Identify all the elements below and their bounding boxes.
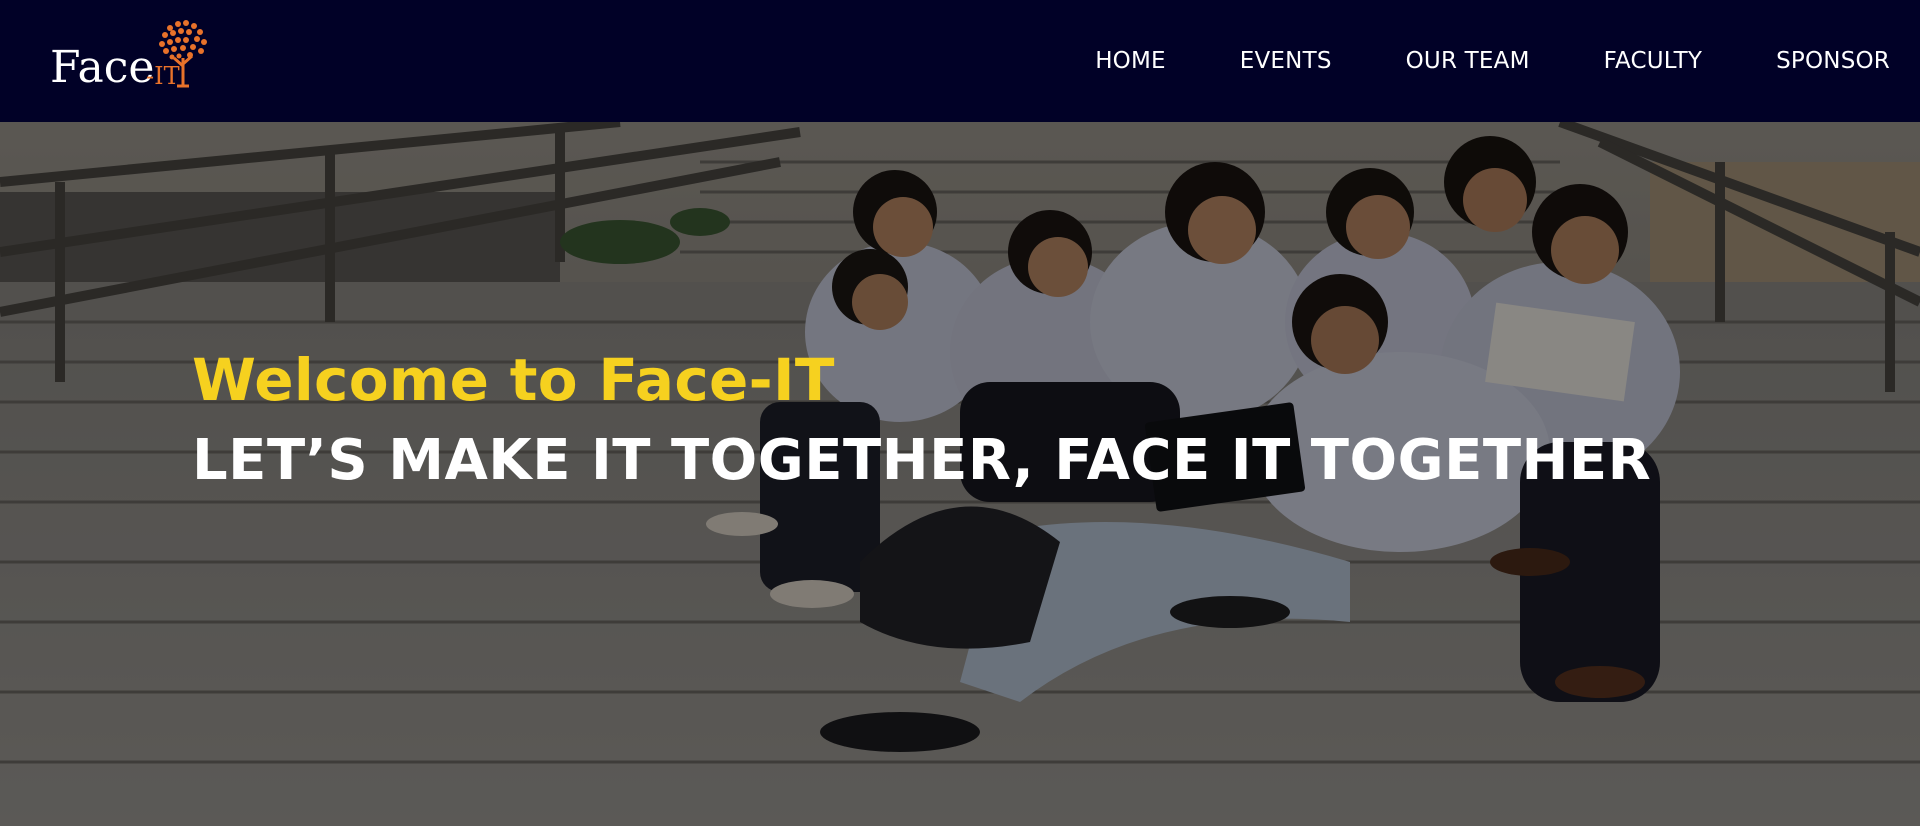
logo-text-face: Face [50, 42, 154, 93]
nav-sponsor[interactable]: SPONSOR [1776, 48, 1890, 74]
hero-welcome-heading: Welcome to Face-IT [192, 346, 835, 414]
nav-faculty[interactable]: FACULTY [1604, 48, 1703, 74]
hero-section: Welcome to Face-IT LET’S MAKE IT TOGETHE… [0, 122, 1920, 826]
logo-graphic: Face -IT [50, 20, 207, 93]
logo-text-it: -IT [146, 62, 180, 90]
nav-home[interactable]: HOME [1095, 48, 1166, 74]
hero-tagline: LET’S MAKE IT TOGETHER, FACE IT TOGETHER [192, 428, 1652, 493]
face-it-logo[interactable]: Face -IT [50, 18, 220, 94]
main-navigation: HOME EVENTS OUR TEAM FACULTY SPONSOR [1021, 0, 1890, 122]
top-navbar: Face -IT HOME EVENTS OUR TEAM FACULTY SP… [0, 0, 1920, 122]
hero-text-block: Welcome to Face-IT LET’S MAKE IT TOGETHE… [192, 344, 1651, 496]
nav-events[interactable]: EVENTS [1240, 48, 1332, 74]
nav-our-team[interactable]: OUR TEAM [1406, 48, 1530, 74]
